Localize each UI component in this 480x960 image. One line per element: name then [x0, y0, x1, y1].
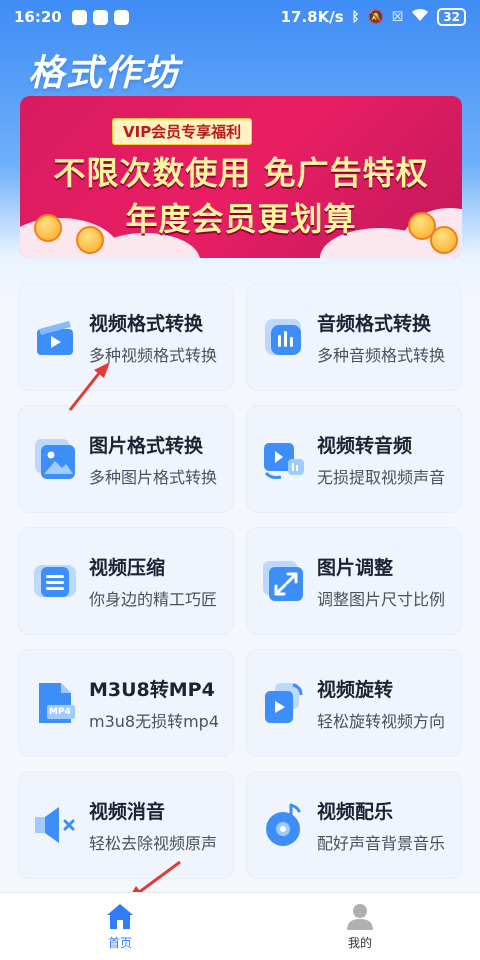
video-convert-icon: [33, 315, 77, 359]
audio-convert-icon: [261, 315, 305, 359]
feature-video-to-audio[interactable]: 视频转音频 无损提取视频声音: [246, 405, 462, 513]
feature-title: 图片格式转换: [89, 434, 204, 457]
video-music-icon: [261, 803, 305, 847]
feature-subtitle: 配好声音背景音乐: [317, 833, 446, 853]
feature-image-convert[interactable]: 图片格式转换 多种图片格式转换: [18, 405, 234, 513]
feature-m3u8-to-mp4[interactable]: MP4 M3U8转MP4 m3u8无损转mp4: [18, 649, 234, 757]
m3u8-file-icon: MP4: [33, 681, 77, 725]
feature-title: 视频消音: [89, 800, 166, 823]
feature-title: 视频压缩: [89, 556, 166, 579]
network-speed: 17.8K/s: [280, 8, 344, 26]
feature-title: M3U8转MP4: [89, 678, 215, 701]
feature-subtitle: m3u8无损转mp4: [89, 711, 220, 731]
feature-subtitle: 轻松旋转视频方向: [317, 711, 446, 731]
feature-subtitle: 你身边的精工巧匠: [89, 589, 218, 609]
video-mute-icon: [33, 803, 77, 847]
home-icon: [107, 904, 133, 929]
banner-tag: VIP会员专享福利: [112, 118, 253, 145]
vip-banner[interactable]: VIP会员专享福利 不限次数使用 免广告特权 年度会员更划算: [20, 96, 462, 258]
tiktok-icon: [113, 9, 129, 25]
feature-subtitle: 多种音频格式转换: [317, 345, 446, 365]
feature-grid: 视频格式转换 多种视频格式转换 音频格式转换 多种音频格式转换 图片格式转换 多…: [18, 283, 462, 879]
no-sim-icon: ☒: [391, 9, 404, 25]
banner-headline: 不限次数使用 免广告特权: [53, 154, 429, 192]
bluetooth-icon: ᛒ: [351, 9, 360, 25]
notification-app-icon: [71, 9, 87, 25]
wifi-icon: [411, 8, 429, 26]
banner-subheadline: 年度会员更划算: [125, 200, 357, 238]
bottom-tab-bar: 首页 我的: [0, 892, 480, 960]
notification-app-icon: [92, 9, 108, 25]
feature-title: 视频配乐: [317, 800, 394, 823]
battery-indicator: 32: [437, 8, 466, 26]
tab-home[interactable]: 首页: [0, 893, 240, 960]
feature-subtitle: 调整图片尺寸比例: [317, 589, 446, 609]
feature-video-mute[interactable]: 视频消音 轻松去除视频原声: [18, 771, 234, 879]
image-convert-icon: [33, 437, 77, 481]
feature-video-rotate[interactable]: 视频旋转 轻松旋转视频方向: [246, 649, 462, 757]
feature-subtitle: 多种视频格式转换: [89, 345, 218, 365]
profile-icon: [347, 904, 373, 930]
feature-video-convert[interactable]: 视频格式转换 多种视频格式转换: [18, 283, 234, 391]
feature-title: 视频格式转换: [89, 312, 204, 335]
video-rotate-icon: [261, 681, 305, 725]
status-time: 16:20: [14, 8, 62, 26]
feature-video-music[interactable]: 视频配乐 配好声音背景音乐: [246, 771, 462, 879]
mute-icon: 🔕: [367, 9, 384, 25]
feature-title: 视频旋转: [317, 678, 394, 701]
status-bar: 16:20 17.8K/s ᛒ 🔕 ☒ 32: [0, 0, 480, 34]
app-title: 格式作坊: [28, 53, 181, 94]
feature-subtitle: 无损提取视频声音: [317, 467, 446, 487]
feature-title: 音频格式转换: [317, 312, 432, 335]
feature-subtitle: 轻松去除视频原声: [89, 833, 218, 853]
feature-subtitle: 多种图片格式转换: [89, 467, 218, 487]
video-compress-icon: [33, 559, 77, 603]
feature-audio-convert[interactable]: 音频格式转换 多种音频格式转换: [246, 283, 462, 391]
mp4-badge: MP4: [49, 707, 71, 717]
feature-title: 视频转音频: [317, 434, 413, 457]
tab-home-label: 首页: [107, 936, 132, 950]
feature-title: 图片调整: [317, 556, 394, 579]
image-resize-icon: [261, 559, 305, 603]
feature-image-resize[interactable]: 图片调整 调整图片尺寸比例: [246, 527, 462, 635]
tab-profile-label: 我的: [347, 936, 372, 950]
feature-video-compress[interactable]: 视频压缩 你身边的精工巧匠: [18, 527, 234, 635]
tab-profile[interactable]: 我的: [240, 893, 480, 960]
video-to-audio-icon: [261, 437, 305, 481]
